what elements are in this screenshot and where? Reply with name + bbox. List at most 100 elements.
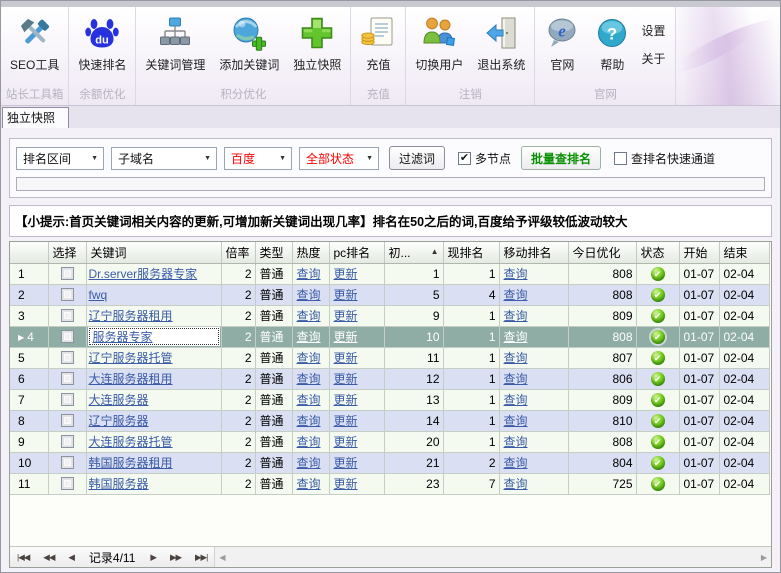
standalone-snapshot-button[interactable]: 独立快照 xyxy=(286,8,348,75)
switch-user-button[interactable]: 切换用户 xyxy=(408,8,470,75)
header-end[interactable]: 结束 xyxy=(719,242,769,263)
row-checkbox[interactable] xyxy=(61,267,74,280)
horizontal-scrollbar[interactable]: ◀ ▶ xyxy=(214,547,771,567)
recharge-button[interactable]: 充值 xyxy=(353,8,403,75)
mobile-rank-query-link[interactable]: 查询 xyxy=(504,477,528,491)
row-checkbox[interactable] xyxy=(61,351,74,364)
row-checkbox[interactable] xyxy=(61,435,74,448)
filter-input[interactable] xyxy=(16,177,765,191)
exit-system-button[interactable]: 退出系统 xyxy=(470,8,532,75)
heat-query-link[interactable]: 查询 xyxy=(297,477,321,491)
keyword-link[interactable]: 大连服务器 xyxy=(89,393,149,407)
pc-rank-update-link[interactable]: 更新 xyxy=(334,456,358,470)
heat-query-link[interactable]: 查询 xyxy=(297,435,321,449)
heat-query-link[interactable]: 查询 xyxy=(297,393,321,407)
pc-rank-update-link[interactable]: 更新 xyxy=(334,330,358,344)
heat-query-link[interactable]: 查询 xyxy=(297,288,321,302)
tab-standalone-snapshot[interactable]: 独立快照 xyxy=(2,107,69,128)
table-row[interactable]: 7大连服务器2普通查询更新131查询809✔01-0702-04 xyxy=(10,389,769,410)
heat-query-link[interactable]: 查询 xyxy=(297,267,321,281)
heat-query-link[interactable]: 查询 xyxy=(297,330,321,344)
pc-rank-update-link[interactable]: 更新 xyxy=(334,393,358,407)
seo-tools-button[interactable]: SEO工具 xyxy=(3,8,66,75)
table-row[interactable]: 2fwq2普通查询更新54查询808✔01-0702-04 xyxy=(10,284,769,305)
rank-range-dropdown[interactable]: 排名区间 ▼ xyxy=(16,147,104,170)
pc-rank-update-link[interactable]: 更新 xyxy=(334,372,358,386)
keyword-link[interactable]: 服务器专家 xyxy=(93,330,153,344)
heat-query-link[interactable]: 查询 xyxy=(297,372,321,386)
table-row[interactable]: ▶4服务器专家2普通查询更新101查询808✔01-0702-04 xyxy=(10,326,769,347)
keyword-link[interactable]: fwq xyxy=(89,288,108,302)
mobile-rank-query-link[interactable]: 查询 xyxy=(504,372,528,386)
official-site-button[interactable]: e 官网 xyxy=(537,8,587,75)
header-heat[interactable]: 热度 xyxy=(292,242,329,263)
add-keyword-button[interactable]: 添加关键词 xyxy=(212,8,286,75)
pc-rank-update-link[interactable]: 更新 xyxy=(334,288,358,302)
header-status[interactable]: 状态 xyxy=(636,242,679,263)
keyword-edit-box[interactable]: 服务器专家 xyxy=(89,328,219,345)
batch-rank-query-button[interactable]: 批量查排名 xyxy=(521,146,601,170)
settings-button[interactable]: 设置 xyxy=(641,22,665,39)
row-checkbox[interactable] xyxy=(61,477,74,490)
row-checkbox[interactable] xyxy=(61,288,74,301)
scroll-right-icon[interactable]: ▶ xyxy=(761,553,767,562)
nav-prior-button[interactable]: ◀ xyxy=(61,552,81,563)
table-row[interactable]: 10韩国服务器租用2普通查询更新212查询804✔01-0702-04 xyxy=(10,452,769,473)
header-pc-rank[interactable]: pc排名 xyxy=(329,242,384,263)
nav-last-button[interactable]: ▶▶| xyxy=(188,552,214,563)
mobile-rank-query-link[interactable]: 查询 xyxy=(504,288,528,302)
header-start[interactable]: 开始 xyxy=(679,242,719,263)
header-mobile-rank[interactable]: 移动排名 xyxy=(499,242,568,263)
mobile-rank-query-link[interactable]: 查询 xyxy=(504,267,528,281)
mobile-rank-query-link[interactable]: 查询 xyxy=(504,330,528,344)
pc-rank-update-link[interactable]: 更新 xyxy=(334,351,358,365)
header-initial-rank[interactable]: 初... ▲ xyxy=(384,242,443,263)
fast-channel-checkbox[interactable] xyxy=(614,152,627,165)
mobile-rank-query-link[interactable]: 查询 xyxy=(504,456,528,470)
help-button[interactable]: ? 帮助 xyxy=(587,8,637,75)
filter-word-button[interactable]: 过滤词 xyxy=(389,146,445,170)
keyword-link[interactable]: 大连服务器租用 xyxy=(89,372,173,386)
header-multiplier[interactable]: 倍率 xyxy=(221,242,255,263)
fast-rank-button[interactable]: du 快速排名 xyxy=(71,8,133,75)
row-checkbox[interactable] xyxy=(61,456,74,469)
keyword-link[interactable]: 辽宁服务器托管 xyxy=(89,351,173,365)
about-button[interactable]: 关于 xyxy=(641,50,665,67)
row-checkbox[interactable] xyxy=(61,330,74,343)
table-row[interactable]: 11韩国服务器2普通查询更新237查询725✔01-0702-04 xyxy=(10,473,769,494)
status-filter-dropdown[interactable]: 全部状态 ▼ xyxy=(299,147,379,170)
mobile-rank-query-link[interactable]: 查询 xyxy=(504,393,528,407)
mobile-rank-query-link[interactable]: 查询 xyxy=(504,414,528,428)
heat-query-link[interactable]: 查询 xyxy=(297,456,321,470)
header-select[interactable]: 选择 xyxy=(48,242,86,263)
row-checkbox[interactable] xyxy=(61,372,74,385)
mobile-rank-query-link[interactable]: 查询 xyxy=(504,351,528,365)
header-current-rank[interactable]: 现排名 xyxy=(443,242,499,263)
multi-node-checkbox[interactable]: ✔ xyxy=(458,152,471,165)
search-engine-dropdown[interactable]: 百度 ▼ xyxy=(224,147,292,170)
pc-rank-update-link[interactable]: 更新 xyxy=(334,477,358,491)
keyword-link[interactable]: 辽宁服务器 xyxy=(89,414,149,428)
row-checkbox[interactable] xyxy=(61,414,74,427)
table-row[interactable]: 9大连服务器托管2普通查询更新201查询808✔01-0702-04 xyxy=(10,431,769,452)
table-row[interactable]: 5辽宁服务器托管2普通查询更新111查询807✔01-0702-04 xyxy=(10,347,769,368)
keyword-link[interactable]: 韩国服务器 xyxy=(89,477,149,491)
keyword-manage-button[interactable]: 关键词管理 xyxy=(138,8,212,75)
nav-prior-page-button[interactable]: ◀◀ xyxy=(36,552,61,563)
pc-rank-update-link[interactable]: 更新 xyxy=(334,435,358,449)
row-checkbox[interactable] xyxy=(61,393,74,406)
header-type[interactable]: 类型 xyxy=(255,242,292,263)
mobile-rank-query-link[interactable]: 查询 xyxy=(504,309,528,323)
heat-query-link[interactable]: 查询 xyxy=(297,351,321,365)
keyword-link[interactable]: 大连服务器托管 xyxy=(89,435,173,449)
pc-rank-update-link[interactable]: 更新 xyxy=(334,309,358,323)
mobile-rank-query-link[interactable]: 查询 xyxy=(504,435,528,449)
table-row[interactable]: 1Dr.server服务器专家2普通查询更新11查询808✔01-0702-04 xyxy=(10,263,769,284)
heat-query-link[interactable]: 查询 xyxy=(297,309,321,323)
keyword-link[interactable]: 辽宁服务器租用 xyxy=(89,309,173,323)
header-keyword[interactable]: 关键词 xyxy=(86,242,221,263)
keyword-link[interactable]: Dr.server服务器专家 xyxy=(89,267,198,281)
table-row[interactable]: 6大连服务器租用2普通查询更新121查询806✔01-0702-04 xyxy=(10,368,769,389)
subdomain-dropdown[interactable]: 子域名 ▼ xyxy=(111,147,217,170)
row-checkbox[interactable] xyxy=(61,309,74,322)
